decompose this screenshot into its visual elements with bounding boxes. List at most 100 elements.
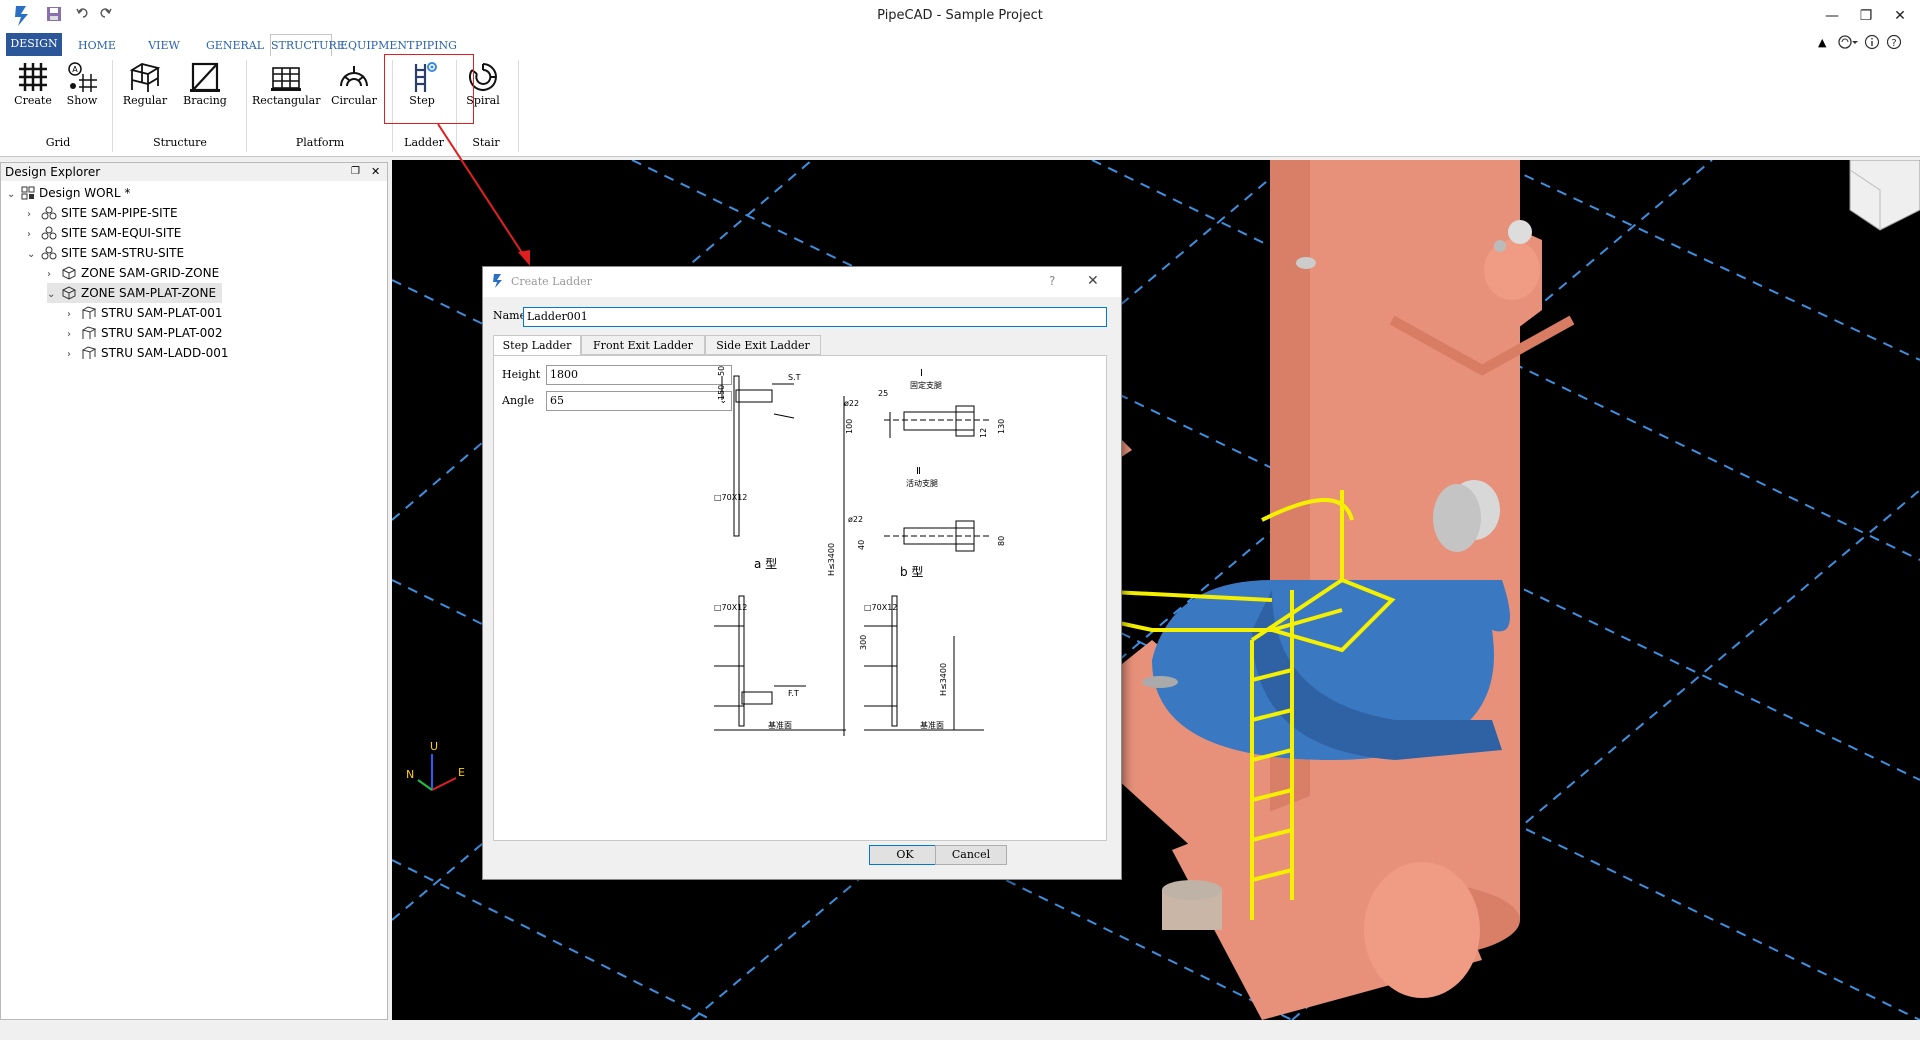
name-label: Name xyxy=(493,309,527,322)
tab-general[interactable]: GENERAL xyxy=(206,37,264,56)
expand-icon[interactable]: › xyxy=(47,265,61,285)
drawing-label-channel-b: □70X12 xyxy=(864,603,897,612)
tab-side-exit-ladder[interactable]: Side Exit Ladder xyxy=(705,335,821,355)
bracing-label: Bracing xyxy=(183,94,227,107)
tree-node-zone-plat[interactable]: ⌄ ZONE SAM-PLAT-ZONE xyxy=(47,283,223,305)
tree-node-label: STRU SAM-PLAT-002 xyxy=(101,326,223,340)
drawing-dim-50: 50 xyxy=(717,366,726,376)
tree-node-label: Design WORL * xyxy=(39,186,131,200)
group-structure: Structure xyxy=(153,136,207,149)
show-grid-label: Show xyxy=(66,94,98,107)
tree-node-label: ZONE SAM-GRID-ZONE xyxy=(81,266,220,280)
tree-node-site-pipe[interactable]: › SITE SAM-PIPE-SITE xyxy=(27,203,178,223)
expand-icon[interactable]: › xyxy=(27,205,41,225)
tree-node-design-world[interactable]: ⌄ Design WORL * xyxy=(7,183,130,203)
view-cube[interactable] xyxy=(1849,160,1920,231)
angle-value: 65 xyxy=(550,394,564,407)
create-grid-label: Create xyxy=(14,94,52,107)
design-explorer-panel: Design Explorer ❐ ✕ ⌄ Design WORL * › SITE… xyxy=(0,162,388,1020)
tree-node-label: SITE SAM-STRU-SITE xyxy=(61,246,185,260)
dialog-title-bar: Create Ladder ? ✕ xyxy=(483,267,1121,297)
dialog-logo-icon xyxy=(491,273,505,292)
bracing-button[interactable]: Bracing xyxy=(182,60,228,107)
tree-node-stru-ladd-001[interactable]: › STRU SAM-LADD-001 xyxy=(67,343,229,363)
drawing-dim-40: 40 xyxy=(857,540,866,550)
tree-node-zone-grid[interactable]: › ZONE SAM-GRID-ZONE xyxy=(47,263,219,283)
show-grid-icon: A xyxy=(68,62,97,92)
create-grid-button[interactable]: Create xyxy=(12,60,54,107)
circular-platform-icon xyxy=(340,66,368,87)
drawing-label-height-b: H≤3400 xyxy=(939,663,948,696)
tree-node-site-equi[interactable]: › SITE SAM-EQUI-SITE xyxy=(27,223,181,243)
tree-node-stru-plat-001[interactable]: › STRU SAM-PLAT-001 xyxy=(67,303,223,323)
collapse-icon[interactable]: ⌄ xyxy=(27,245,41,265)
status-bar xyxy=(0,1022,1920,1040)
drawing-dim-80: 80 xyxy=(997,536,1006,546)
explorer-header: Design Explorer ❐ ✕ xyxy=(1,163,387,181)
tree-node-label: SITE SAM-EQUI-SITE xyxy=(61,226,182,240)
tab-view[interactable]: VIEW xyxy=(146,37,182,56)
create-ladder-dialog: Create Ladder ? ✕ Name Ladder001 Step La… xyxy=(482,266,1122,880)
tree-node-stru-plat-002[interactable]: › STRU SAM-PLAT-002 xyxy=(67,323,223,343)
rectangular-platform-label: Rectangular xyxy=(252,94,321,107)
title-bar: PipeCAD - Sample Project — ❐ ✕ xyxy=(0,0,1920,32)
rectangular-platform-button[interactable]: Rectangular xyxy=(252,60,320,107)
tab-home[interactable]: HOME xyxy=(76,37,118,56)
axis-label-u: U xyxy=(430,740,438,753)
group-platform: Platform xyxy=(295,136,345,149)
regular-structure-icon xyxy=(129,63,161,92)
ok-button[interactable]: OK xyxy=(869,845,941,865)
step-button-highlight xyxy=(384,54,474,124)
drawing-label-type-b: b 型 xyxy=(900,565,923,579)
float-panel-icon[interactable]: ❐ xyxy=(351,163,360,181)
tree-node-site-stru[interactable]: ⌄ SITE SAM-STRU-SITE xyxy=(27,243,184,263)
expand-icon[interactable]: › xyxy=(67,305,81,325)
expand-icon[interactable]: › xyxy=(67,345,81,365)
name-input[interactable]: Ladder001 xyxy=(523,307,1107,327)
svg-text:A: A xyxy=(72,65,78,74)
dialog-title: Create Ladder xyxy=(511,275,592,288)
close-panel-icon[interactable]: ✕ xyxy=(371,163,380,181)
collapse-icon[interactable]: ⌄ xyxy=(47,285,61,305)
expand-icon[interactable]: › xyxy=(27,225,41,245)
tab-step-ladder[interactable]: Step Ladder xyxy=(493,335,581,356)
close-window-button[interactable]: ✕ xyxy=(1880,4,1920,28)
help-icon[interactable]: ? xyxy=(1886,34,1902,53)
regular-structure-button[interactable]: Regular xyxy=(122,60,168,107)
drawing-label-channel-a: □70X12 xyxy=(714,493,747,502)
drawing-label-fixed-leg: 固定支腿 xyxy=(910,380,942,390)
collapse-ribbon-icon[interactable]: ▲ xyxy=(1818,36,1826,49)
drawing-label-movable-leg: 活动支腿 xyxy=(906,478,938,488)
circular-platform xyxy=(1152,580,1510,760)
info-icon[interactable] xyxy=(1864,34,1880,53)
dialog-help-button[interactable]: ? xyxy=(1049,274,1055,288)
style-icon[interactable] xyxy=(1838,34,1858,53)
tab-design[interactable]: DESIGN xyxy=(6,33,62,56)
drawing-label-detail-i: I xyxy=(920,368,923,379)
circular-platform-label: Circular xyxy=(331,94,377,107)
drawing-dim-130: 130 xyxy=(997,419,1006,434)
expand-icon[interactable]: › xyxy=(67,325,81,345)
axis-label-e: E xyxy=(458,766,465,779)
collapse-icon[interactable]: ⌄ xyxy=(7,185,21,205)
cancel-button[interactable]: Cancel xyxy=(935,845,1007,865)
drawing-label-type-a: a 型 xyxy=(754,557,777,571)
group-separator xyxy=(112,60,113,152)
tab-front-exit-ladder[interactable]: Front Exit Ladder xyxy=(581,335,705,355)
tree-node-label: SITE SAM-PIPE-SITE xyxy=(61,206,178,220)
height-input[interactable]: 1800 xyxy=(546,365,732,385)
dialog-close-button[interactable]: ✕ xyxy=(1087,273,1099,289)
structure-icon xyxy=(81,346,97,366)
circular-platform-button[interactable]: Circular xyxy=(326,60,382,107)
tab-structure[interactable]: STRUCTURE xyxy=(270,34,345,57)
svg-text:?: ? xyxy=(1891,38,1896,49)
regular-structure-label: Regular xyxy=(122,94,168,107)
grid-icon xyxy=(19,63,47,91)
drawing-dim-100: 100 xyxy=(845,419,854,434)
window-title: PipeCAD - Sample Project xyxy=(877,8,1043,23)
drawing-label-datum-a: 基准面 xyxy=(768,720,792,730)
drawing-dim-12: 12 xyxy=(979,428,988,438)
angle-label: Angle xyxy=(502,394,535,407)
angle-select[interactable]: 65 ⌄ xyxy=(546,391,732,411)
show-grid-button[interactable]: A Show xyxy=(64,60,100,107)
